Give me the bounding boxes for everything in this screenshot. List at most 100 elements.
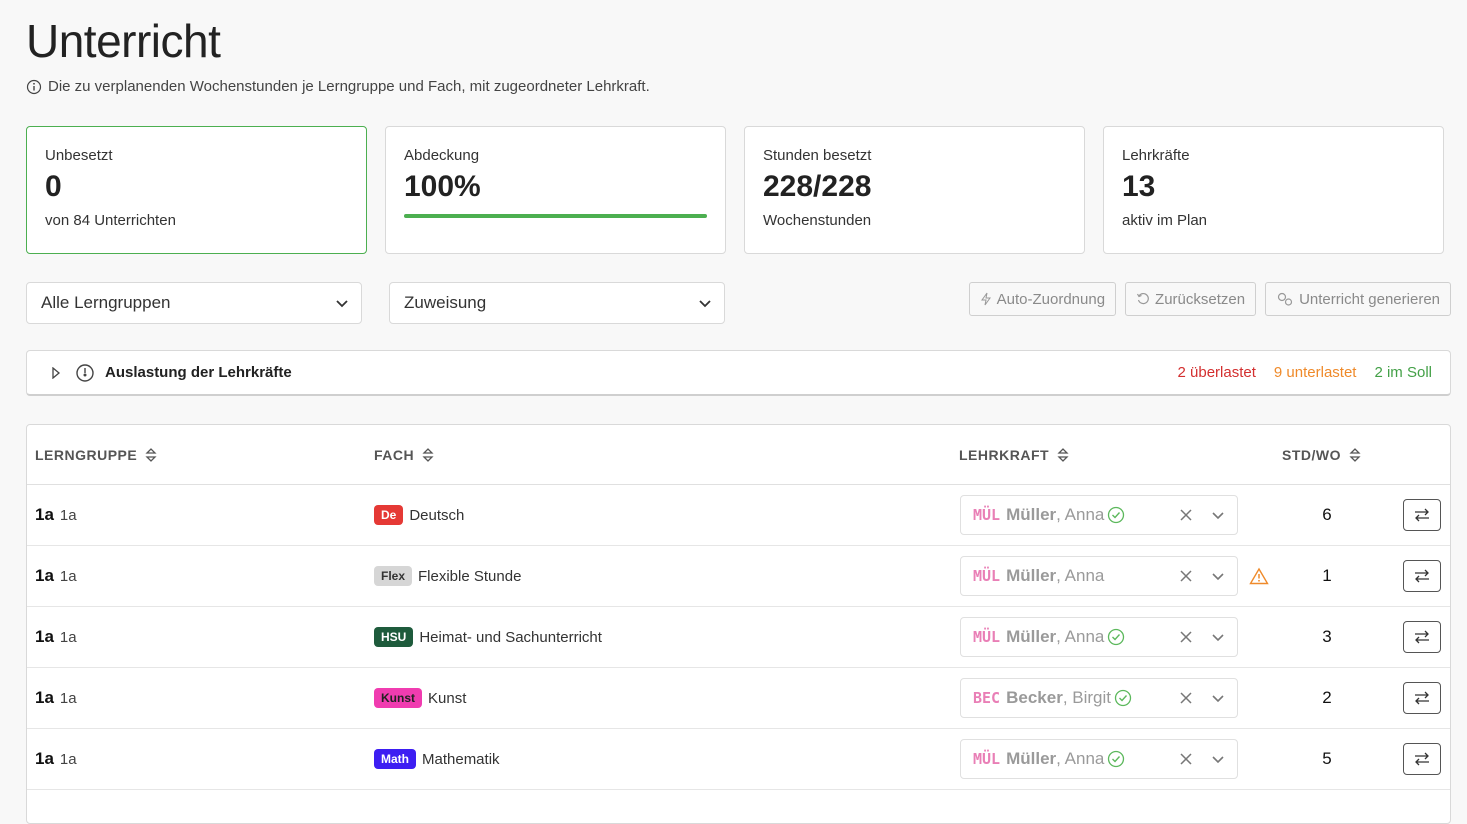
clear-icon[interactable] bbox=[1179, 630, 1193, 644]
teacher-cell: MÜL Müller , Anna bbox=[960, 485, 1238, 545]
hours-value: 1 bbox=[1322, 566, 1332, 585]
generate-label: Unterricht generieren bbox=[1299, 290, 1440, 308]
teacher-select[interactable]: MÜL Müller , Anna bbox=[960, 617, 1238, 657]
workload-panel[interactable]: Auslastung der Lehrkräfte 2 überlastet 9… bbox=[26, 350, 1451, 396]
teacher-first-name: , Anna bbox=[1056, 627, 1105, 646]
stat-value: 13 bbox=[1122, 170, 1156, 203]
action-buttons: Auto-Zuordnung Zurücksetzen Unterricht g… bbox=[968, 282, 1451, 316]
clear-icon[interactable] bbox=[1179, 752, 1193, 766]
header-group[interactable]: LERNGRUPPE bbox=[35, 447, 157, 463]
teacher-select[interactable]: BEC Becker , Birgit bbox=[960, 678, 1238, 718]
expand-triangle-icon[interactable] bbox=[51, 366, 61, 379]
teacher-last-name: Becker bbox=[1006, 688, 1063, 707]
swap-cell bbox=[1403, 668, 1441, 728]
chevron-down-icon[interactable] bbox=[1211, 508, 1225, 522]
table-row: 1a 1a Kunst Kunst BEC Becker , Birgit 2 bbox=[27, 668, 1450, 729]
header-label: FACH bbox=[374, 446, 415, 463]
header-subject[interactable]: FACH bbox=[374, 447, 434, 463]
gears-icon bbox=[1277, 292, 1293, 306]
chevron-down-icon[interactable] bbox=[1211, 569, 1225, 583]
hours-value: 5 bbox=[1322, 749, 1332, 768]
stat-value: 228/228 bbox=[763, 170, 872, 203]
teacher-first-name: , Anna bbox=[1056, 566, 1105, 585]
check-circle-icon bbox=[1114, 689, 1132, 707]
hours-cell: 1 bbox=[1307, 546, 1347, 606]
stat-sub: aktiv im Plan bbox=[1122, 212, 1208, 229]
teacher-last-name: Müller bbox=[1006, 627, 1057, 646]
teacher-cell: MÜL Müller , Anna bbox=[960, 546, 1238, 606]
group-cell: 1a 1a bbox=[35, 485, 77, 545]
header-label: STD/WO bbox=[1282, 446, 1341, 463]
chevron-down-icon[interactable] bbox=[1211, 691, 1225, 705]
group-name: 1a bbox=[35, 688, 54, 707]
auto-assign-button[interactable]: Auto-Zuordnung bbox=[968, 282, 1117, 316]
ok-count: 2 im Soll bbox=[1374, 364, 1432, 381]
table-row: 1a 1a De Deutsch MÜL Müller , Anna 6 bbox=[27, 485, 1450, 546]
swap-button[interactable] bbox=[1403, 621, 1441, 653]
coverage-progress-bar bbox=[404, 214, 707, 218]
chevron-down-icon[interactable] bbox=[1211, 752, 1225, 766]
teacher-code: MÜL bbox=[973, 628, 1001, 646]
group-sub: 1a bbox=[59, 506, 77, 524]
swap-cell bbox=[1403, 729, 1441, 789]
clear-icon[interactable] bbox=[1179, 691, 1193, 705]
page-subtitle: Die zu verplanenden Wochenstunden je Ler… bbox=[26, 78, 650, 95]
hours-value: 3 bbox=[1322, 627, 1332, 646]
underloaded-count: 9 unterlastet bbox=[1273, 364, 1357, 381]
clear-icon[interactable] bbox=[1179, 508, 1193, 522]
generate-button[interactable]: Unterricht generieren bbox=[1265, 282, 1451, 316]
subject-name: Mathematik bbox=[422, 750, 500, 768]
swap-cell bbox=[1403, 607, 1441, 667]
swap-arrows-icon bbox=[1415, 508, 1429, 522]
warning-icon bbox=[1249, 567, 1269, 585]
teacher-first-name: , Anna bbox=[1056, 749, 1105, 768]
swap-arrows-icon bbox=[1415, 630, 1429, 644]
subject-tag: Flex bbox=[374, 566, 413, 586]
table-row: 1a 1a Flex Flexible Stunde MÜL Müller , … bbox=[27, 546, 1450, 607]
chevron-down-icon[interactable] bbox=[1211, 630, 1225, 644]
header-hours[interactable]: STD/WO bbox=[1282, 447, 1361, 463]
subject-tag: Math bbox=[374, 749, 416, 769]
reset-label: Zurücksetzen bbox=[1155, 290, 1246, 308]
teacher-select[interactable]: MÜL Müller , Anna bbox=[960, 556, 1238, 596]
hours-value: 2 bbox=[1322, 688, 1332, 707]
stat-teachers: Lehrkräfte 13 aktiv im Plan bbox=[1103, 126, 1444, 254]
swap-button[interactable] bbox=[1403, 682, 1441, 714]
group-sub: 1a bbox=[59, 750, 77, 768]
sort-icon bbox=[422, 447, 434, 462]
header-label: LERNGRUPPE bbox=[35, 446, 138, 463]
workload-title: Auslastung der Lehrkräfte bbox=[105, 364, 292, 381]
reset-button[interactable]: Zurücksetzen bbox=[1125, 282, 1257, 316]
subject-name: Deutsch bbox=[409, 506, 465, 524]
page-title: Unterricht bbox=[26, 15, 221, 67]
hours-value: 6 bbox=[1322, 505, 1332, 524]
table-row: 1a 1a HSU Heimat- und Sachunterricht MÜL… bbox=[27, 607, 1450, 668]
clear-icon[interactable] bbox=[1179, 569, 1193, 583]
swap-button[interactable] bbox=[1403, 560, 1441, 592]
teacher-code: MÜL bbox=[973, 506, 1001, 524]
gauge-icon bbox=[76, 363, 94, 382]
hours-cell: 3 bbox=[1307, 607, 1347, 667]
teacher-cell: MÜL Müller , Anna bbox=[960, 729, 1238, 789]
teacher-last-name: Müller bbox=[1006, 566, 1057, 585]
assignment-filter-select[interactable]: Zuweisung bbox=[389, 282, 725, 324]
teacher-select[interactable]: MÜL Müller , Anna bbox=[960, 495, 1238, 535]
subject-cell: De Deutsch bbox=[374, 485, 464, 545]
header-label: LEHRKRAFT bbox=[959, 446, 1050, 463]
swap-button[interactable] bbox=[1403, 743, 1441, 775]
subject-name: Heimat- und Sachunterricht bbox=[419, 628, 602, 646]
stats-row: Unbesetzt 0 von 84 Unterrichten Abdeckun… bbox=[26, 126, 1444, 254]
teacher-select[interactable]: MÜL Müller , Anna bbox=[960, 739, 1238, 779]
group-cell: 1a 1a bbox=[35, 546, 77, 606]
group-filter-select[interactable]: Alle Lerngruppen bbox=[26, 282, 362, 324]
teacher-cell: MÜL Müller , Anna bbox=[960, 607, 1238, 667]
swap-arrows-icon bbox=[1415, 752, 1429, 766]
stat-value: 0 bbox=[45, 170, 62, 203]
subject-tag: Kunst bbox=[374, 688, 422, 708]
header-teacher[interactable]: LEHRKRAFT bbox=[959, 447, 1069, 463]
teacher-first-name: , Anna bbox=[1056, 505, 1105, 524]
swap-button[interactable] bbox=[1403, 499, 1441, 531]
group-name: 1a bbox=[35, 566, 54, 585]
hours-cell: 6 bbox=[1307, 485, 1347, 545]
subject-tag: De bbox=[374, 505, 404, 525]
